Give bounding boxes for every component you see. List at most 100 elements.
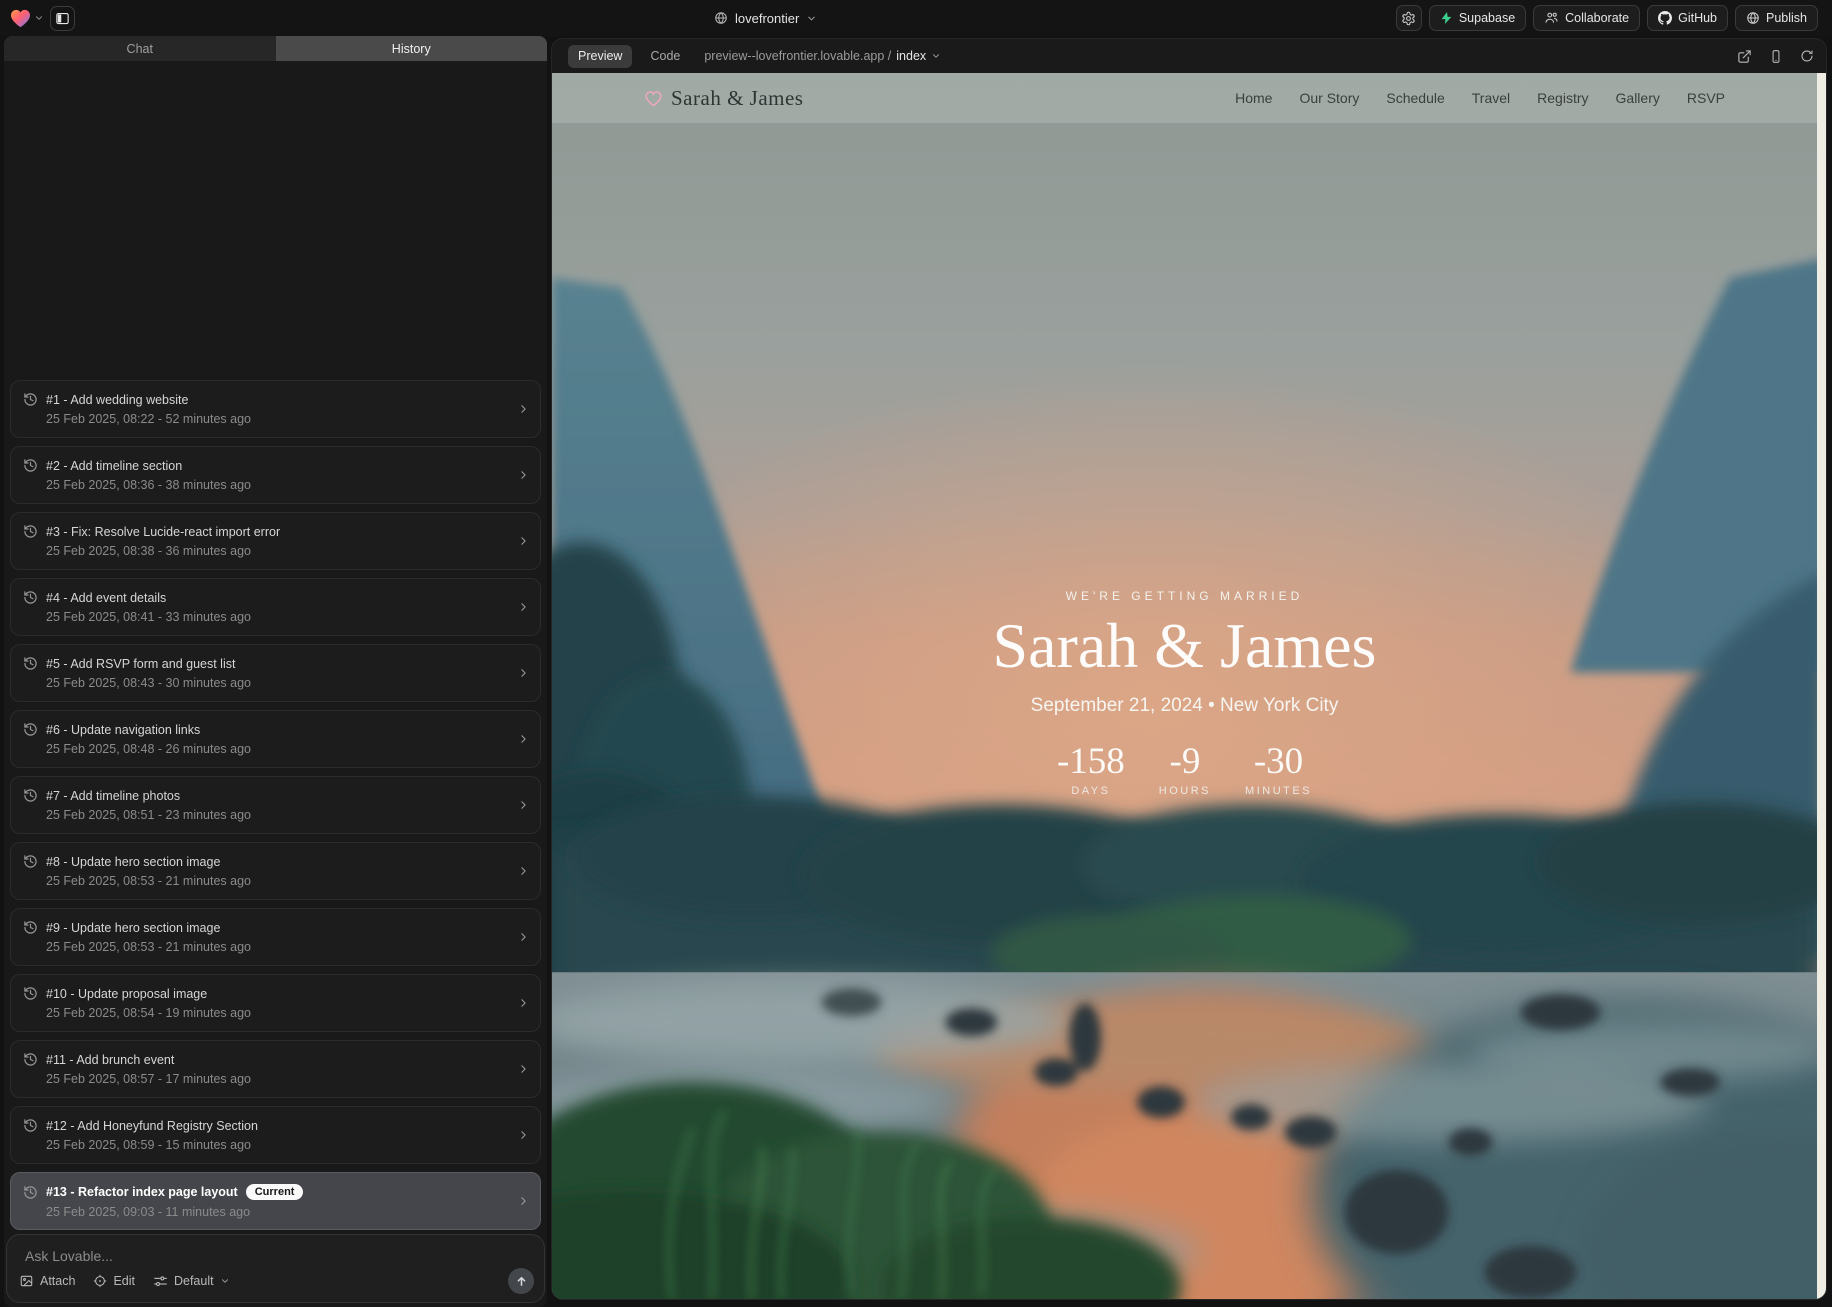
chevron-right-icon [517, 469, 530, 482]
site-preview: Sarah & James Home Our Story Schedule Trave… [552, 73, 1826, 1299]
chevron-down-icon [931, 51, 941, 61]
site-nav-link[interactable]: Our Story [1299, 90, 1359, 106]
sidebar-toggle-button[interactable] [50, 6, 75, 31]
history-item[interactable]: #6 - Update navigation links 25 Feb 2025… [10, 710, 541, 768]
site-nav-link[interactable]: Travel [1472, 90, 1510, 106]
history-item[interactable]: #1 - Add wedding website 25 Feb 2025, 08… [10, 380, 541, 438]
countdown: -158 DAYS -9 HOURS -30 MINUTES [552, 743, 1817, 797]
history-item-title: #3 - Fix: Resolve Lucide-react import er… [46, 525, 280, 539]
history-item[interactable]: #7 - Add timeline photos 25 Feb 2025, 08… [10, 776, 541, 834]
chevron-right-icon [517, 1195, 530, 1208]
chevron-right-icon [517, 1063, 530, 1076]
countdown-value: -30 [1245, 743, 1312, 780]
history-item-title: #7 - Add timeline photos [46, 789, 180, 803]
countdown-cell: -30 MINUTES [1245, 743, 1312, 797]
site-logo-text: Sarah & James [671, 86, 803, 111]
collaborate-button[interactable]: Collaborate [1533, 5, 1640, 31]
chevron-right-icon [517, 865, 530, 878]
site-scrollbar[interactable] [1817, 73, 1826, 1299]
preview-url-page: index [896, 49, 926, 63]
history-icon [23, 590, 38, 605]
open-external-button[interactable] [1737, 49, 1752, 64]
settings-button[interactable] [1396, 5, 1422, 31]
tab-preview[interactable]: Preview [568, 45, 632, 68]
countdown-label: HOURS [1159, 785, 1211, 797]
history-item-title: #10 - Update proposal image [46, 987, 207, 1001]
history-item-timestamp: 25 Feb 2025, 08:48 - 26 minutes ago [46, 742, 510, 756]
lovable-logo-icon [10, 9, 31, 28]
history-item[interactable]: #11 - Add brunch event 25 Feb 2025, 08:5… [10, 1040, 541, 1098]
history-icon [23, 458, 38, 473]
project-name: lovefrontier [735, 11, 799, 26]
history-item[interactable]: #2 - Add timeline section 25 Feb 2025, 0… [10, 446, 541, 504]
site-logo[interactable]: Sarah & James [644, 86, 803, 111]
mode-select[interactable]: Default [153, 1274, 230, 1288]
history-item[interactable]: #12 - Add Honeyfund Registry Section 25 … [10, 1106, 541, 1164]
history-item-timestamp: 25 Feb 2025, 08:51 - 23 minutes ago [46, 808, 510, 822]
site-nav-link[interactable]: Registry [1537, 90, 1588, 106]
site-nav-link[interactable]: Schedule [1386, 90, 1444, 106]
edit-button[interactable]: Edit [93, 1274, 135, 1288]
history-item-timestamp: 25 Feb 2025, 08:53 - 21 minutes ago [46, 874, 510, 888]
sliders-icon [153, 1275, 168, 1288]
history-icon [23, 1052, 38, 1067]
history-icon [23, 656, 38, 671]
supabase-button[interactable]: Supabase [1429, 5, 1526, 31]
external-link-icon [1737, 49, 1752, 64]
edit-icon [93, 1274, 107, 1288]
project-switcher[interactable]: lovefrontier [714, 0, 817, 36]
chevron-right-icon [517, 403, 530, 416]
tab-code[interactable]: Code [650, 49, 680, 63]
site-nav-link[interactable]: Home [1235, 90, 1272, 106]
history-icon [23, 1118, 38, 1133]
countdown-label: MINUTES [1245, 785, 1312, 797]
hero-eyebrow: WE'RE GETTING MARRIED [552, 589, 1817, 603]
topbar: lovefrontier Supabase [0, 0, 1832, 36]
chevron-right-icon [517, 997, 530, 1010]
github-icon [1658, 11, 1672, 25]
history-item[interactable]: #10 - Update proposal image 25 Feb 2025,… [10, 974, 541, 1032]
tab-history[interactable]: History [276, 36, 548, 61]
chevron-right-icon [517, 667, 530, 680]
history-item[interactable]: #13 - Refactor index page layout Current… [10, 1172, 541, 1230]
history-icon [23, 524, 38, 539]
history-item-title: #6 - Update navigation links [46, 723, 200, 737]
history-item-timestamp: 25 Feb 2025, 09:03 - 11 minutes ago [46, 1205, 510, 1219]
site-nav-link[interactable]: RSVP [1687, 90, 1725, 106]
chevron-right-icon [517, 1129, 530, 1142]
history-item-timestamp: 25 Feb 2025, 08:36 - 38 minutes ago [46, 478, 510, 492]
history-item[interactable]: #3 - Fix: Resolve Lucide-react import er… [10, 512, 541, 570]
site-nav-link[interactable]: Gallery [1616, 90, 1660, 106]
history-item-timestamp: 25 Feb 2025, 08:59 - 15 minutes ago [46, 1138, 510, 1152]
github-button[interactable]: GitHub [1647, 5, 1728, 31]
lovable-logo-menu[interactable] [10, 9, 44, 28]
history-item-title: #12 - Add Honeyfund Registry Section [46, 1119, 258, 1133]
history-item[interactable]: #8 - Update hero section image 25 Feb 20… [10, 842, 541, 900]
history-item-title: #5 - Add RSVP form and guest list [46, 657, 235, 671]
history-item-title: #1 - Add wedding website [46, 393, 188, 407]
tab-chat[interactable]: Chat [4, 36, 276, 61]
send-button[interactable] [508, 1268, 534, 1294]
history-item-timestamp: 25 Feb 2025, 08:54 - 19 minutes ago [46, 1006, 510, 1020]
ask-lovable-input[interactable] [23, 1245, 528, 1267]
countdown-value: -9 [1159, 743, 1211, 780]
chevron-right-icon [517, 733, 530, 746]
preview-toolbar: Preview Code preview--lovefrontier.lovab… [552, 39, 1826, 73]
history-icon [23, 986, 38, 1001]
refresh-button[interactable] [1800, 49, 1814, 63]
attach-button[interactable]: Attach [19, 1274, 75, 1288]
history-item[interactable]: #5 - Add RSVP form and guest list 25 Feb… [10, 644, 541, 702]
history-icon [23, 392, 38, 407]
history-item-timestamp: 25 Feb 2025, 08:43 - 30 minutes ago [46, 676, 510, 690]
history-item-timestamp: 25 Feb 2025, 08:38 - 36 minutes ago [46, 544, 510, 558]
history-item[interactable]: #9 - Update hero section image 25 Feb 20… [10, 908, 541, 966]
gear-icon [1401, 11, 1416, 26]
chevron-right-icon [517, 931, 530, 944]
history-item[interactable]: #4 - Add event details 25 Feb 2025, 08:4… [10, 578, 541, 636]
app-window: lovefrontier Supabase [0, 0, 1832, 1307]
mobile-view-button[interactable] [1769, 49, 1783, 64]
publish-button[interactable]: Publish [1735, 5, 1818, 31]
history-item-timestamp: 25 Feb 2025, 08:57 - 17 minutes ago [46, 1072, 510, 1086]
preview-url[interactable]: preview--lovefrontier.lovable.app / inde… [704, 49, 941, 63]
chevron-right-icon [517, 601, 530, 614]
